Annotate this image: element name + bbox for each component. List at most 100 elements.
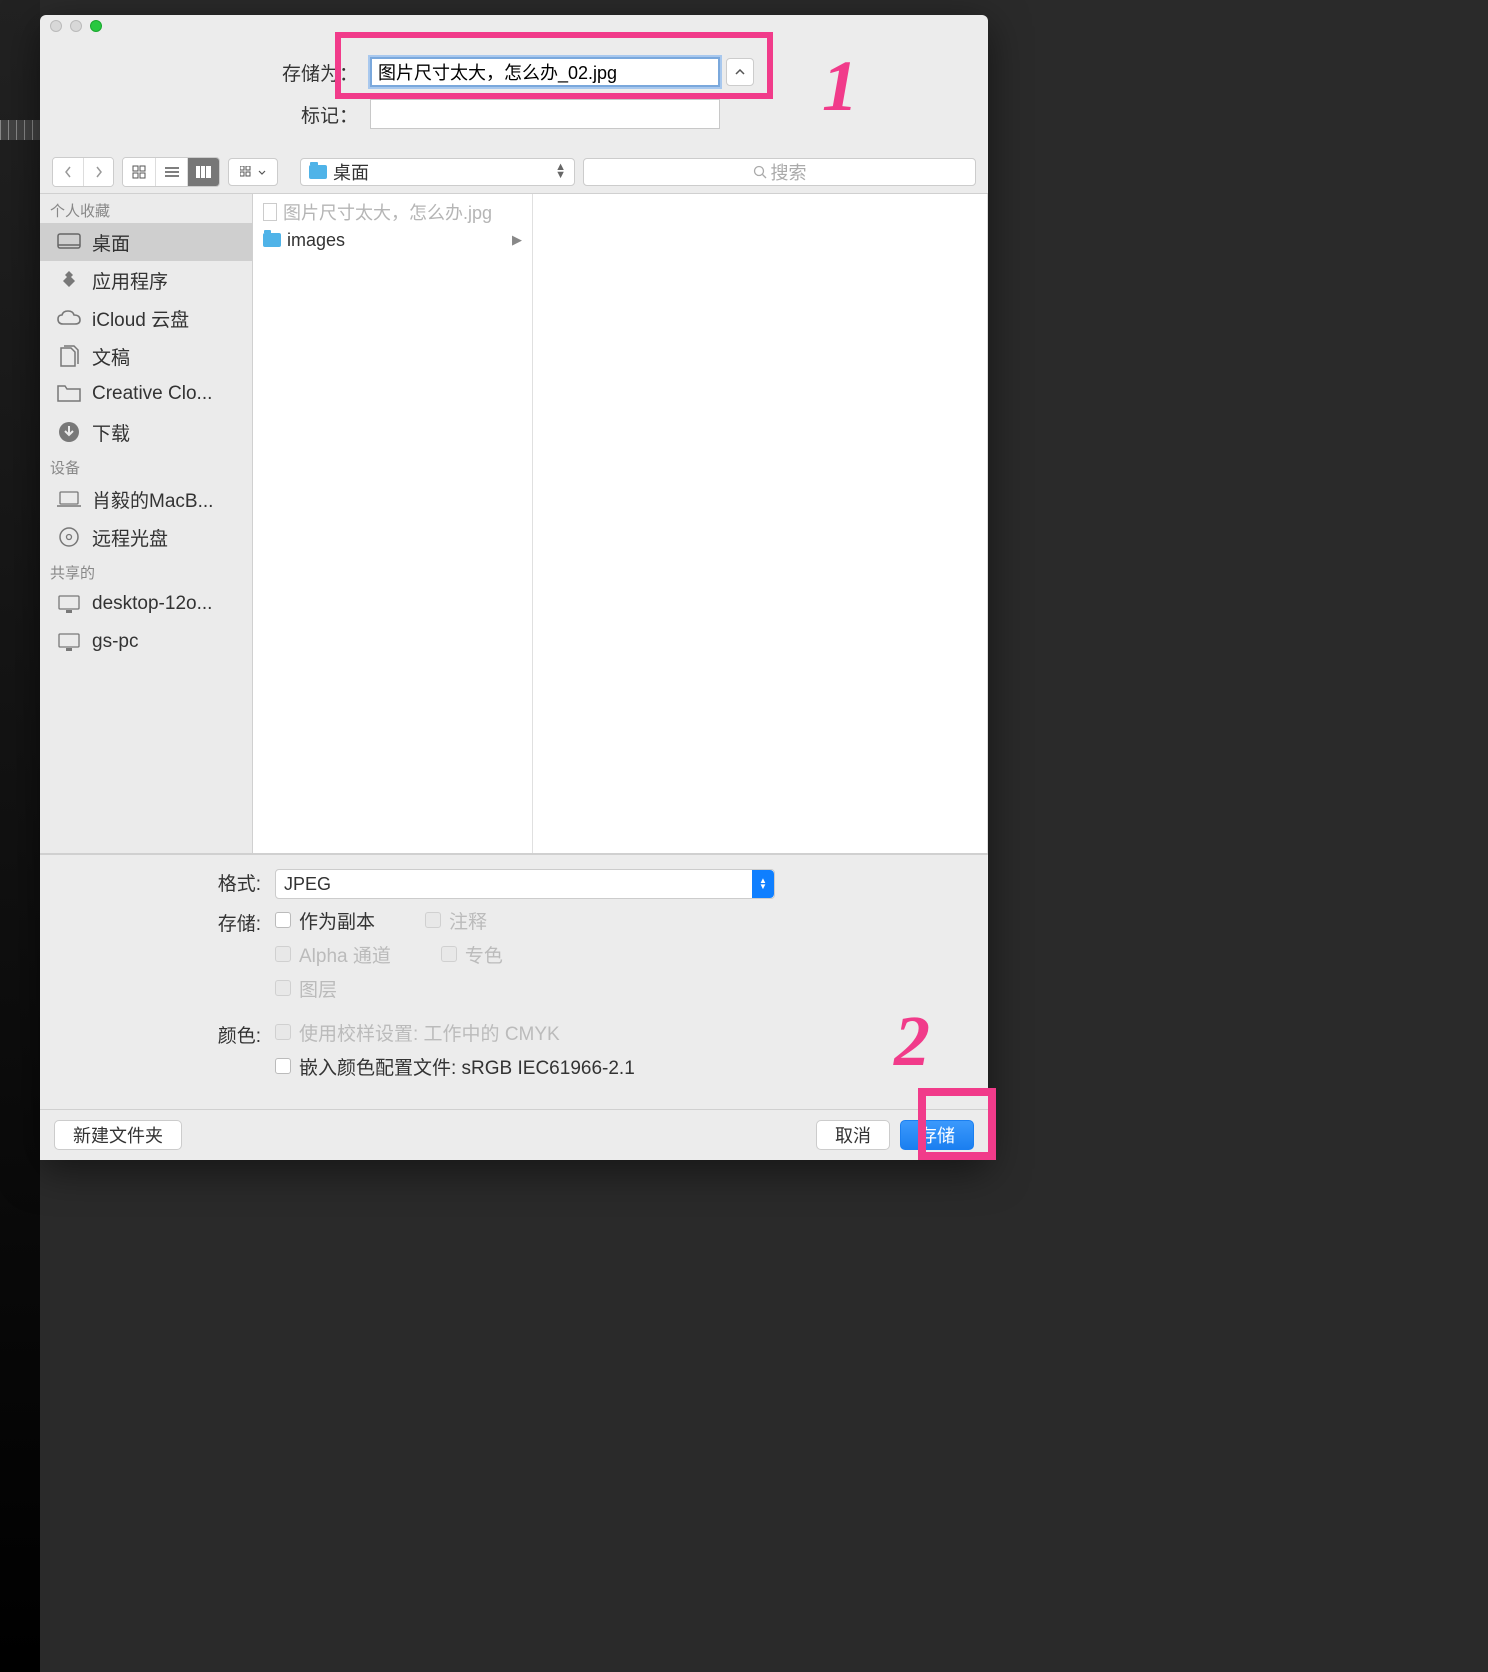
save-button[interactable]: 存储 xyxy=(900,1120,974,1150)
browser-column-1: 图片尺寸太大，怎么办.jpg images ▶ xyxy=(253,194,533,853)
checkbox-label: 专色 xyxy=(465,941,503,968)
window-maximize-button[interactable] xyxy=(90,20,102,32)
forward-button[interactable] xyxy=(83,158,113,186)
sidebar-devices-header: 设备 xyxy=(40,451,252,480)
cancel-button[interactable]: 取消 xyxy=(816,1120,890,1150)
checkbox-label: 图层 xyxy=(299,975,337,1002)
window-minimize-button[interactable] xyxy=(70,20,82,32)
location-label: 桌面 xyxy=(333,159,369,185)
sidebar-item-label: desktop-12o... xyxy=(92,593,212,615)
window-close-button[interactable] xyxy=(50,20,62,32)
filename-input[interactable] xyxy=(370,57,720,87)
expand-browser-button[interactable] xyxy=(726,58,754,86)
back-button[interactable] xyxy=(53,158,83,186)
format-row: 格式: JPEG ▲▼ xyxy=(60,869,968,899)
monitor-icon xyxy=(56,631,82,653)
updown-arrow-icon: ▲▼ xyxy=(555,164,566,179)
search-icon xyxy=(753,165,767,179)
checkbox-label: Alpha 通道 xyxy=(299,941,391,968)
spot-checkbox-group: 专色 xyxy=(441,943,503,965)
checkbox-label: 嵌入颜色配置文件: sRGB IEC61966-2.1 xyxy=(299,1053,635,1080)
sidebar-item-label: iCloud 云盘 xyxy=(92,305,189,332)
location-popup[interactable]: 桌面 ▲▼ xyxy=(300,158,575,186)
browser-column-2 xyxy=(533,194,988,853)
list-icon xyxy=(165,166,179,178)
file-icon xyxy=(263,203,277,221)
file-item[interactable]: 图片尺寸太大，怎么办.jpg xyxy=(253,198,532,226)
search-field[interactable]: 搜索 xyxy=(583,158,976,186)
ruler xyxy=(0,120,40,140)
sidebar-item-macbook[interactable]: 肖毅的MacB... xyxy=(40,480,252,518)
sidebar-item-label: 下载 xyxy=(92,419,130,446)
format-select[interactable]: JPEG ▲▼ xyxy=(275,869,775,899)
documents-icon xyxy=(56,345,82,367)
checkbox-label: 注释 xyxy=(449,907,487,934)
sidebar-item-label: Creative Clo... xyxy=(92,383,212,405)
titlebar xyxy=(40,15,988,37)
list-view-button[interactable] xyxy=(155,158,187,186)
sidebar-item-label: 肖毅的MacB... xyxy=(92,486,213,513)
top-form: 存储为： 标记： xyxy=(40,37,988,151)
sidebar-item-label: 应用程序 xyxy=(92,267,168,294)
icon-view-button[interactable] xyxy=(123,158,155,186)
chevron-right-icon: ▶ xyxy=(512,232,522,248)
browser-toolbar: 桌面 ▲▼ 搜索 xyxy=(40,151,988,194)
group-icon xyxy=(240,166,256,178)
save-options: 格式: JPEG ▲▼ 存储: 作为副本 注释 Alpha 通道 专色 图层 xyxy=(40,854,988,1109)
nav-buttons xyxy=(52,157,114,187)
proof-checkbox-group: 使用校样设置: 工作中的 CMYK xyxy=(275,1021,968,1043)
sidebar-item-creative-cloud[interactable]: Creative Clo... xyxy=(40,375,252,413)
checkbox[interactable] xyxy=(275,912,291,928)
checkbox xyxy=(275,980,291,996)
tags-input[interactable] xyxy=(370,99,720,129)
sidebar-item-downloads[interactable]: 下载 xyxy=(40,413,252,451)
checkbox xyxy=(441,946,457,962)
column-view-button[interactable] xyxy=(187,158,219,186)
embed-profile-checkbox-group[interactable]: 嵌入颜色配置文件: sRGB IEC61966-2.1 xyxy=(275,1055,968,1077)
group-by-button[interactable] xyxy=(228,158,278,186)
grid-icon xyxy=(132,165,146,179)
sidebar-item-label: 桌面 xyxy=(92,229,130,256)
sidebar-item-icloud[interactable]: iCloud 云盘 xyxy=(40,299,252,337)
chevron-down-icon xyxy=(258,170,266,175)
checkbox xyxy=(425,912,441,928)
sidebar-item-desktop[interactable]: 桌面 xyxy=(40,223,252,261)
layers-checkbox-group: 图层 xyxy=(275,977,968,999)
sidebar: 个人收藏 桌面 应用程序 iCloud 云盘 文稿 Creative Clo..… xyxy=(40,194,253,853)
downloads-icon xyxy=(56,421,82,443)
dialog-footer: 新建文件夹 取消 存储 xyxy=(40,1109,988,1160)
view-mode-segment xyxy=(122,157,220,187)
checkbox xyxy=(275,1024,291,1040)
laptop-icon xyxy=(56,488,82,510)
color-label: 颜色: xyxy=(60,1021,275,1048)
save-dialog: 存储为： 标记： 桌面 ▲▼ xyxy=(40,15,988,1160)
save-options-row: 存储: 作为副本 注释 Alpha 通道 专色 图层 xyxy=(60,909,968,1011)
updown-arrow-icon: ▲▼ xyxy=(752,870,774,898)
checkbox[interactable] xyxy=(275,1058,291,1074)
sidebar-item-applications[interactable]: 应用程序 xyxy=(40,261,252,299)
folder-icon xyxy=(56,383,82,405)
app-background xyxy=(0,0,40,1672)
file-name: 图片尺寸太大，怎么办.jpg xyxy=(283,199,492,225)
folder-item[interactable]: images ▶ xyxy=(253,226,532,254)
sidebar-item-label: 文稿 xyxy=(92,343,130,370)
sidebar-item-documents[interactable]: 文稿 xyxy=(40,337,252,375)
sidebar-item-remote-disc[interactable]: 远程光盘 xyxy=(40,518,252,556)
sidebar-item-label: gs-pc xyxy=(92,631,138,653)
search-placeholder: 搜索 xyxy=(771,159,807,185)
copy-checkbox-group[interactable]: 作为副本 xyxy=(275,909,375,931)
sidebar-favorites-header: 个人收藏 xyxy=(40,194,252,223)
desktop-icon xyxy=(56,231,82,253)
sidebar-item-shared-pc2[interactable]: gs-pc xyxy=(40,623,252,661)
new-folder-button[interactable]: 新建文件夹 xyxy=(54,1120,182,1150)
checkbox-label: 作为副本 xyxy=(299,907,375,934)
applications-icon xyxy=(56,269,82,291)
columns-icon xyxy=(196,166,212,178)
monitor-icon xyxy=(56,593,82,615)
folder-name: images xyxy=(287,230,345,251)
sidebar-item-shared-pc1[interactable]: desktop-12o... xyxy=(40,585,252,623)
save-as-label: 存储为： xyxy=(60,59,370,86)
chevron-up-icon xyxy=(735,69,745,75)
folder-icon xyxy=(309,165,327,179)
disc-icon xyxy=(56,526,82,548)
